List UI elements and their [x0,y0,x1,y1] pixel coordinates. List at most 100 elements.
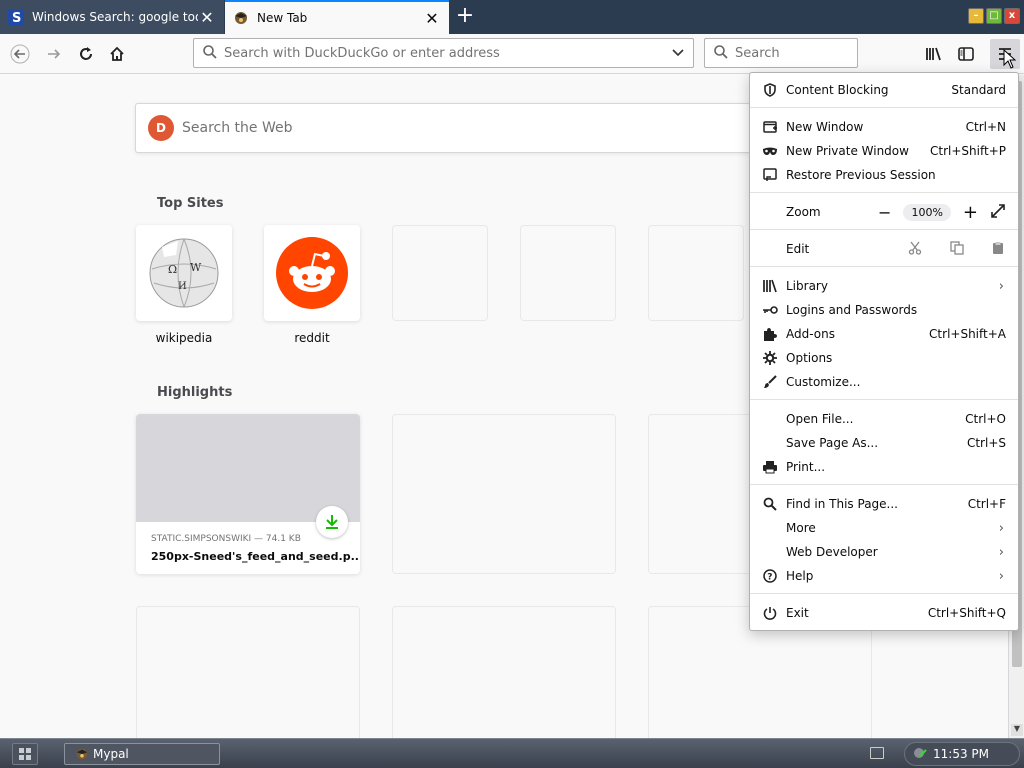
menu-item-label: More [786,521,816,535]
svg-text:S: S [12,11,21,25]
close-tab-icon[interactable]: ✕ [423,9,441,28]
top-site-label: reddit [294,331,330,345]
menu-item-library[interactable]: Library › [750,274,1018,298]
top-site-wikipedia[interactable]: Ω W И wikipedia [136,225,232,345]
menu-item-new-window[interactable]: New Window Ctrl+N [750,115,1018,139]
menu-item-label: Library [786,279,828,293]
sidebar-button[interactable] [952,40,980,68]
highlight-title: 250px-Sneed's_feed_and_seed.p... [151,550,360,563]
menu-item-addons[interactable]: Add-ons Ctrl+Shift+A [750,322,1018,346]
web-search-box[interactable]: D Search the Web [135,103,795,153]
tab-strip: S Windows Search: google too ✕ New Tab ✕… [0,0,1024,34]
menu-item-save-page[interactable]: Save Page As... Ctrl+S [750,431,1018,455]
menu-shortcut: Ctrl+S [966,436,1006,450]
maximize-button[interactable]: □ [986,8,1002,24]
home-icon [110,46,124,61]
back-button[interactable] [6,40,34,68]
close-window-button[interactable]: x [1004,8,1020,24]
keyboard-icon[interactable] [870,747,884,759]
close-tab-icon[interactable]: ✕ [198,8,216,27]
menu-shortcut: Ctrl+N [965,120,1006,134]
reload-button[interactable] [72,40,100,68]
menu-separator [750,229,1018,230]
top-site-label: wikipedia [155,331,213,345]
menu-item-find[interactable]: Find in This Page... Ctrl+F [750,492,1018,516]
top-site-reddit[interactable]: reddit [264,225,360,345]
library-button[interactable] [920,40,948,68]
menu-item-content-blocking[interactable]: Content Blocking Standard [750,78,1018,102]
window-controls: – □ x [968,8,1020,24]
menu-shortcut: Ctrl+O [965,412,1006,426]
svg-text:Ω: Ω [168,263,177,276]
copy-icon[interactable] [950,240,964,258]
menu-item-exit[interactable]: Exit Ctrl+Shift+Q [750,601,1018,625]
clock[interactable]: 11:53 PM [933,747,989,761]
menu-item-more[interactable]: More › [750,516,1018,540]
wikipedia-icon: Ω W И [136,225,232,321]
svg-text:W: W [190,261,202,274]
menu-item-options[interactable]: Options [750,346,1018,370]
taskbar-item-mypal[interactable]: Mypal [64,743,220,765]
home-button[interactable] [103,40,131,68]
grid-icon [19,748,31,760]
zoom-in-button[interactable]: + [963,202,978,223]
chevron-right-icon: › [998,568,1004,584]
restore-session-icon [762,167,778,183]
menu-item-logins[interactable]: Logins and Passwords [750,298,1018,322]
tab-title: Windows Search: google too [32,10,198,24]
tab-windows-search[interactable]: S Windows Search: google too ✕ [0,0,224,34]
forward-arrow-icon [48,49,61,59]
menu-shortcut: Ctrl+Shift+Q [927,606,1006,620]
shield-icon [762,82,778,98]
taskbar: Mypal 11:53 PM [0,738,1024,768]
chevron-down-icon[interactable] [671,45,685,62]
menu-item-label: Content Blocking [786,83,889,97]
menu-item-zoom: Zoom − 100% + [750,200,1018,224]
menu-item-print[interactable]: Print... [750,455,1018,479]
cut-icon[interactable] [908,241,922,258]
search-icon [713,44,729,63]
search-icon [202,44,218,63]
search-icon [762,496,778,512]
content-blocking-value: Standard [951,83,1006,97]
menu-item-customize[interactable]: Customize... [750,370,1018,394]
download-icon [316,506,348,538]
back-arrow-icon [10,44,30,64]
new-tab-button[interactable]: + [452,4,478,30]
search-bar[interactable]: Search [704,38,858,68]
menu-item-new-private-window[interactable]: New Private Window Ctrl+Shift+P [750,139,1018,163]
start-button[interactable] [12,743,38,765]
power-icon [762,605,778,621]
network-icon[interactable] [913,746,927,763]
menu-separator [750,192,1018,193]
menu-item-restore-session[interactable]: Restore Previous Session [750,163,1018,187]
zoom-reset-button[interactable]: 100% [903,203,951,221]
url-bar-placeholder: Search with DuckDuckGo or enter address [224,45,500,61]
app-menu-panel: Content Blocking Standard New Window Ctr… [749,72,1019,631]
minimize-button[interactable]: – [968,8,984,24]
menu-item-web-developer[interactable]: Web Developer › [750,540,1018,564]
mypal-icon [233,10,249,26]
menu-separator [750,107,1018,108]
forward-button[interactable] [40,40,68,68]
reddit-icon [264,225,360,321]
library-icon [926,47,941,61]
menu-item-help[interactable]: ? Help › [750,564,1018,588]
fullscreen-icon[interactable] [990,203,1006,222]
scroll-down-arrow-icon[interactable]: ▼ [1011,724,1023,736]
chevron-right-icon: › [998,544,1004,560]
mouse-cursor-icon [1003,48,1017,72]
menu-item-label: Restore Previous Session [786,168,936,182]
top-sites-heading: Top Sites [157,196,224,211]
menu-item-edit: Edit [750,237,1018,261]
zoom-out-button[interactable]: − [878,203,891,222]
menu-separator [750,484,1018,485]
svg-text:?: ? [767,573,772,583]
tab-new-tab[interactable]: New Tab ✕ [225,0,449,34]
menu-separator [750,399,1018,400]
url-bar[interactable]: Search with DuckDuckGo or enter address [193,38,694,68]
highlight-card[interactable]: STATIC.SIMPSONSWIKI — 74.1 KB 250px-Snee… [136,414,360,574]
menu-item-open-file[interactable]: Open File... Ctrl+O [750,407,1018,431]
paste-icon[interactable] [992,241,1004,258]
puzzle-piece-icon [762,326,778,342]
